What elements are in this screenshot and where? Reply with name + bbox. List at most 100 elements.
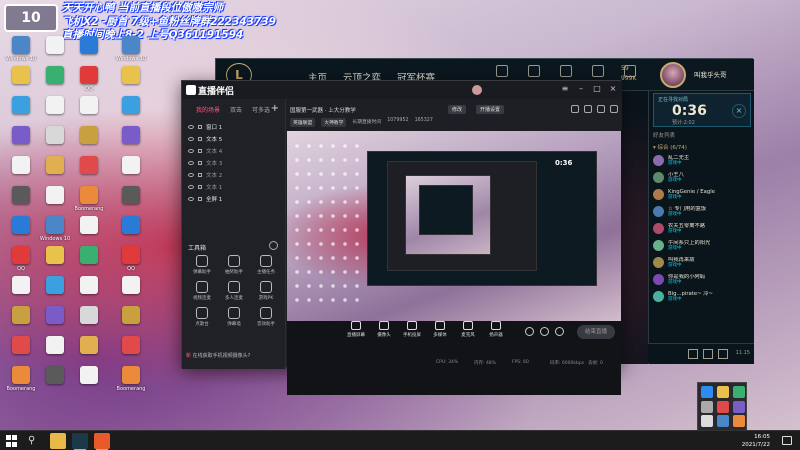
share-icon[interactable]: [610, 105, 618, 113]
toolbox-item[interactable]: 抽奖助手: [218, 255, 250, 275]
desktop-shortcut-icon[interactable]: [72, 96, 106, 130]
desktop-shortcut-icon[interactable]: QQ: [72, 66, 106, 100]
visibility-icon[interactable]: [188, 197, 194, 201]
desktop-shortcut-icon[interactable]: [38, 186, 72, 220]
lock-icon[interactable]: [198, 197, 202, 201]
minimize-icon[interactable]: –: [576, 84, 586, 94]
source-control-button[interactable]: 手机投屏: [399, 321, 425, 338]
desktop-shortcut-icon[interactable]: [114, 66, 148, 100]
desktop-shortcut-icon[interactable]: [72, 246, 106, 280]
desktop-shortcut-icon[interactable]: [114, 96, 148, 130]
camera-hint[interactable]: 新 在线获取手机视频摄像头?: [186, 352, 250, 359]
desktop-shortcut-icon[interactable]: [4, 156, 38, 190]
desktop-shortcut-icon[interactable]: [38, 336, 72, 370]
toolbox-item[interactable]: 点歌台: [186, 307, 218, 327]
desktop-shortcut-icon[interactable]: [38, 96, 72, 130]
friend-list-item[interactable]: Big...pirate~ 冷~ 游戏中: [653, 289, 751, 303]
desktop-shortcut-icon[interactable]: Boomerang: [72, 186, 106, 220]
lock-icon[interactable]: [198, 125, 202, 129]
desktop-shortcut-icon[interactable]: [38, 276, 72, 310]
desktop-shortcut-icon[interactable]: [72, 276, 106, 310]
friend-list-item[interactable]: KingGenie / Eagle 游戏中: [653, 187, 751, 201]
desktop-shortcut-icon[interactable]: [4, 66, 38, 100]
friend-list-item[interactable]: 你是我的小阿蚂 游戏中: [653, 272, 751, 286]
toolbox-item[interactable]: 弹幕助手: [186, 255, 218, 275]
desktop-shortcut-icon[interactable]: QQ: [114, 246, 148, 280]
lock-icon[interactable]: [198, 149, 202, 153]
tray-app-icon[interactable]: [717, 415, 729, 428]
source-control-button[interactable]: 麦克风: [455, 321, 481, 338]
lock-icon[interactable]: [198, 185, 202, 189]
desktop-shortcut-icon[interactable]: Windows 10: [38, 216, 72, 250]
scene-item[interactable]: 文本 2: [184, 169, 284, 181]
desktop-shortcut-icon[interactable]: [38, 246, 72, 280]
chat-icon[interactable]: [688, 349, 698, 359]
close-icon[interactable]: ×: [608, 84, 618, 94]
desktop-shortcut-icon[interactable]: [4, 126, 38, 160]
source-control-button[interactable]: 直播屏幕: [343, 321, 369, 338]
lock-icon[interactable]: [198, 137, 202, 141]
stream-preview[interactable]: 0:36 直播屏幕 摄像头 手机投屏 多媒体 麦克风 扬声器 结束直播: [287, 131, 621, 395]
desktop-shortcut-icon[interactable]: [4, 276, 38, 310]
toolbox-item[interactable]: 弹幕墙: [218, 307, 250, 327]
tray-app-icon[interactable]: [733, 415, 745, 428]
desktop-shortcut-icon[interactable]: [4, 216, 38, 250]
desktop-shortcut-icon[interactable]: [38, 66, 72, 100]
desktop-shortcut-icon[interactable]: Boomerang: [114, 366, 148, 400]
taskbar-lol-client-icon[interactable]: [72, 433, 88, 450]
profile-header[interactable]: 叫我乎头哥: [656, 59, 754, 91]
friend-list-item[interactable]: 午间系只上的阳光 游戏中: [653, 238, 751, 252]
scene-item[interactable]: 文本 4: [184, 145, 284, 157]
visibility-icon[interactable]: [188, 125, 194, 129]
tab-multi[interactable]: 可多选: [252, 105, 270, 114]
scene-item[interactable]: 全屏 1: [184, 193, 284, 205]
settings-icon[interactable]: [555, 327, 564, 336]
desktop-shortcut-icon[interactable]: [4, 96, 38, 130]
visibility-icon[interactable]: [188, 137, 194, 141]
friend-list-item[interactable]: 叫我再来故 游戏中: [653, 255, 751, 269]
add-scene-icon[interactable]: +: [271, 103, 279, 114]
visibility-icon[interactable]: [188, 185, 194, 189]
toolbox-item[interactable]: 多人连麦: [218, 281, 250, 301]
desktop-shortcut-icon[interactable]: [38, 126, 72, 160]
menu-icon[interactable]: ≡: [560, 84, 570, 94]
desktop-shortcut-icon[interactable]: [114, 126, 148, 160]
tray-app-icon[interactable]: [717, 386, 729, 398]
desktop-shortcut-icon[interactable]: [72, 366, 106, 400]
friend-list-item[interactable]: ☆ 专门用的盒饭 游戏中: [653, 204, 751, 218]
desktop-shortcut-icon[interactable]: [114, 306, 148, 340]
scene-item[interactable]: 文本 1: [184, 181, 284, 193]
voice-icon[interactable]: [718, 349, 728, 359]
desktop-shortcut-icon[interactable]: [72, 216, 106, 250]
scene-item[interactable]: 文本 3: [184, 157, 284, 169]
desktop-shortcut-icon[interactable]: Windows 10: [114, 36, 148, 70]
toolbox-item[interactable]: 音效助手: [250, 307, 282, 327]
desktop-shortcut-icon[interactable]: [114, 276, 148, 310]
desktop-shortcut-icon[interactable]: [38, 306, 72, 340]
scene-item[interactable]: 文本 5: [184, 133, 284, 145]
tab-double[interactable]: 双击: [230, 105, 242, 114]
desktop-shortcut-icon[interactable]: QQ: [4, 246, 38, 280]
desktop-shortcut-icon[interactable]: [72, 126, 106, 160]
desktop-shortcut-icon[interactable]: Boomerang: [4, 366, 38, 400]
maximize-icon[interactable]: □: [592, 84, 602, 94]
tray-app-icon[interactable]: [733, 386, 745, 398]
desktop-shortcut-icon[interactable]: [114, 336, 148, 370]
search-icon[interactable]: ⚲: [28, 435, 35, 446]
desktop-shortcut-icon[interactable]: [4, 336, 38, 370]
desktop-shortcut-icon[interactable]: [72, 336, 106, 370]
friend-list-item[interactable]: 乱二无主 游戏中: [653, 153, 751, 167]
avatar[interactable]: [660, 62, 686, 88]
stream-settings-button[interactable]: 开播设置: [476, 105, 505, 114]
desktop-shortcut-icon[interactable]: [72, 306, 106, 340]
camera-toggle-icon[interactable]: [525, 327, 534, 336]
desktop-shortcut-icon[interactable]: Windows 10: [4, 36, 38, 70]
desktop-shortcut-icon[interactable]: [72, 36, 106, 70]
visibility-icon[interactable]: [188, 149, 194, 153]
scene-item[interactable]: 窗口 1: [184, 121, 284, 133]
start-button[interactable]: [6, 435, 18, 447]
notification-icon[interactable]: [782, 436, 792, 445]
source-control-button[interactable]: 扬声器: [483, 321, 509, 338]
toolbox-item[interactable]: 主播任务: [250, 255, 282, 275]
tray-app-icon[interactable]: [701, 415, 713, 428]
